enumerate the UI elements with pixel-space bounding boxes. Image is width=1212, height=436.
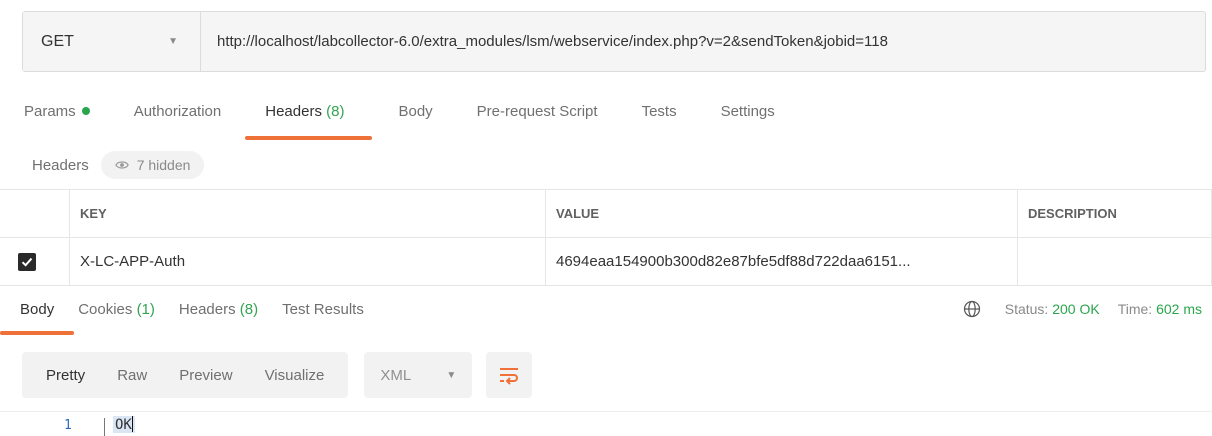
eye-icon [114,161,129,169]
status-label: Status: [1004,301,1049,317]
tab-authorization-label: Authorization [133,103,222,120]
header-key-cell[interactable]: X-LC-APP-Auth [70,238,546,285]
method-label: GET [41,32,74,50]
tab-params-label: Params [24,103,76,120]
tab-tests-label: Tests [641,103,677,120]
time-label: Time: [1117,301,1153,317]
chevron-down-icon: ▼ [446,369,457,381]
response-tab-cookies-label: Cookies [78,301,137,318]
response-tab-headers-count: (8) [239,301,259,318]
view-pretty-button[interactable]: Pretty [30,367,101,384]
tab-tests[interactable]: Tests [642,103,677,143]
response-tab-cookies-count: (1) [136,301,155,318]
tab-headers-count: (8) [326,103,345,120]
response-status: Status: 200 OK Time: 602 ms [963,300,1202,318]
header-enabled-checkbox[interactable] [17,252,36,271]
hidden-headers-label: 7 hidden [136,157,191,173]
column-header-description: DESCRIPTION [1018,190,1212,237]
response-tabs: Body Cookies (1) Headers (8) Test Result… [0,301,388,335]
tab-authorization[interactable]: Authorization [134,103,222,143]
headers-section-title: Headers [32,156,89,174]
request-url-bar: GET ▼ http://localhost/labcollector-6.0/… [22,11,1206,72]
text-caret [131,416,133,432]
response-toolbar: Pretty Raw Preview Visualize XML ▼ [22,352,533,398]
table-header-row: KEY VALUE DESCRIPTION [0,190,1212,238]
hidden-headers-toggle[interactable]: 7 hidden [100,151,205,179]
response-tab-body[interactable]: Body [0,301,75,335]
params-indicator-dot [81,107,90,115]
response-tab-body-label: Body [20,301,55,318]
headers-table: KEY VALUE DESCRIPTION X-LC-APP-Auth 4694… [0,189,1212,286]
wrap-lines-button[interactable] [486,352,533,398]
header-value-cell[interactable]: 4694eaa154900b300d82e87bfe5df88d722daa61… [546,238,1018,285]
response-tab-headers-label: Headers [178,301,240,318]
header-check-cell [0,190,70,237]
line-number: 1 [64,418,72,433]
chevron-down-icon: ▼ [168,36,178,47]
response-tab-headers[interactable]: Headers (8) [179,301,258,318]
url-input[interactable]: http://localhost/labcollector-6.0/extra_… [201,33,888,50]
status-value[interactable]: 200 OK [1052,301,1099,317]
view-visualize-button[interactable]: Visualize [249,367,341,384]
response-tab-test-results-label: Test Results [282,301,364,318]
tab-settings-label: Settings [720,103,775,120]
response-body-editor[interactable]: 1 OK [0,411,1212,436]
tab-params[interactable]: Params [24,103,90,143]
header-description-cell[interactable] [1018,238,1212,285]
view-preview-button[interactable]: Preview [163,367,248,384]
tab-headers[interactable]: Headers (8) [245,103,373,143]
headers-subheader: Headers 7 hidden [32,150,205,180]
table-row: X-LC-APP-Auth 4694eaa154900b300d82e87bfe… [0,238,1212,286]
tab-pre-request-script-label: Pre-request Script [476,103,598,120]
format-label: XML [380,366,412,384]
request-tabs: Params Authorization Headers (8) Body Pr… [24,103,819,143]
response-body-text[interactable]: OK [113,416,135,433]
time-value[interactable]: 602 ms [1156,301,1202,317]
tab-headers-label: Headers [265,103,327,120]
check-icon [21,257,32,267]
column-header-key: KEY [70,190,546,237]
tab-pre-request-script[interactable]: Pre-request Script [477,103,598,143]
tab-settings[interactable]: Settings [721,103,775,143]
view-raw-button[interactable]: Raw [101,367,163,384]
tab-body[interactable]: Body [398,103,432,143]
tab-body-label: Body [398,103,433,120]
response-bar: Body Cookies (1) Headers (8) Test Result… [0,290,1212,335]
view-mode-segmented: Pretty Raw Preview Visualize [22,352,349,398]
format-select[interactable]: XML ▼ [364,352,473,398]
wrap-lines-icon [500,368,519,385]
column-header-value: VALUE [546,190,1018,237]
response-body-content: OK [115,417,132,433]
row-check-cell [0,238,70,285]
gutter-divider [104,418,105,436]
response-tab-test-results[interactable]: Test Results [282,301,364,318]
response-tab-cookies[interactable]: Cookies (1) [78,301,155,318]
method-select[interactable]: GET ▼ [23,12,201,71]
globe-icon[interactable] [963,300,981,318]
